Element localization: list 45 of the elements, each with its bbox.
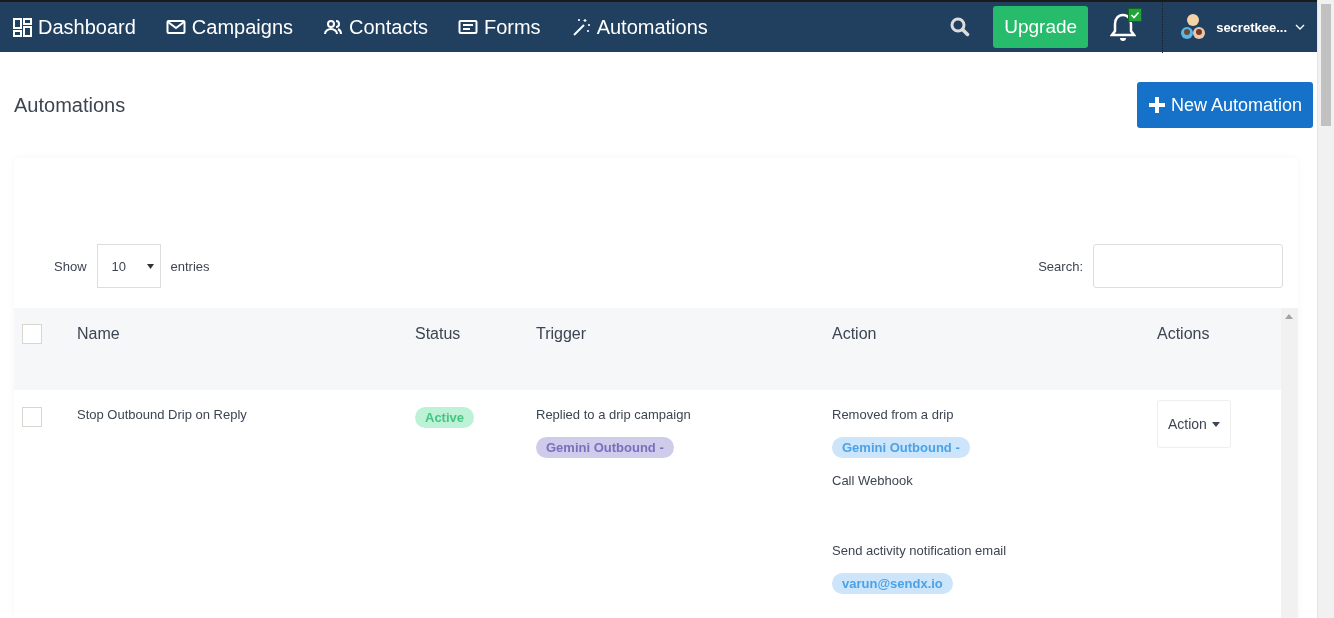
scrollbar-thumb[interactable]: [1321, 4, 1331, 126]
nav-link[interactable]: Dashboard: [12, 15, 136, 39]
row-checkbox[interactable]: [22, 407, 42, 427]
page-scrollbar[interactable]: [1317, 0, 1334, 618]
username[interactable]: secretkee...: [1216, 19, 1287, 35]
column-header: Status: [415, 324, 462, 343]
column-header: Action: [832, 324, 878, 343]
select-all-checkbox[interactable]: [22, 323, 42, 344]
search-icon[interactable]: [949, 16, 972, 38]
action-dropdown-button[interactable]: Action: [1157, 400, 1231, 448]
action-text: Removed from a drip: [832, 407, 954, 422]
action-text: Call Webhook: [832, 473, 913, 488]
campaign-tag: Gemini Outbound -: [536, 437, 674, 458]
form-icon: [457, 17, 478, 37]
column-header: Trigger: [536, 324, 588, 343]
automation-name: Stop Outbound Drip on Reply: [77, 407, 248, 422]
action-tag: Gemini Outbound -: [832, 437, 970, 458]
plus-icon: [1147, 96, 1166, 114]
table-scrollbar[interactable]: [1281, 308, 1298, 618]
show-label: Show: [54, 258, 87, 274]
status-badge: Active: [415, 407, 475, 428]
action-tag: varun@sendx.io: [832, 573, 953, 594]
caret-down-icon: [1211, 421, 1220, 427]
envelope-icon: [165, 17, 186, 37]
nav-link[interactable]: Campaigns: [165, 15, 293, 39]
bell-icon: [1110, 12, 1137, 42]
nav-link[interactable]: Forms: [457, 15, 541, 39]
column-header: Name: [77, 324, 121, 343]
page-title: Automations: [14, 93, 126, 117]
entries-label: entries: [170, 258, 210, 274]
people-icon: [323, 17, 343, 37]
action-text: Send activity notification email: [832, 543, 1007, 558]
nav-link[interactable]: Contacts: [323, 15, 428, 39]
chevron-down-icon: [1295, 23, 1305, 31]
scroll-up-arrow-icon: [1285, 314, 1293, 319]
trigger-text: Replied to a drip campaign: [536, 407, 691, 422]
dashboard-icon: [12, 17, 32, 37]
nav-link[interactable]: Automations: [570, 15, 708, 39]
search-label: Search:: [1038, 258, 1083, 274]
page-size-value: 10: [111, 258, 126, 274]
page-size-select[interactable]: 10: [96, 244, 161, 288]
caret-down-icon: [146, 263, 154, 269]
column-header: Actions: [1157, 324, 1211, 343]
search-field[interactable]: [1093, 244, 1283, 288]
new-automation-button[interactable]: New Automation: [1136, 82, 1313, 128]
